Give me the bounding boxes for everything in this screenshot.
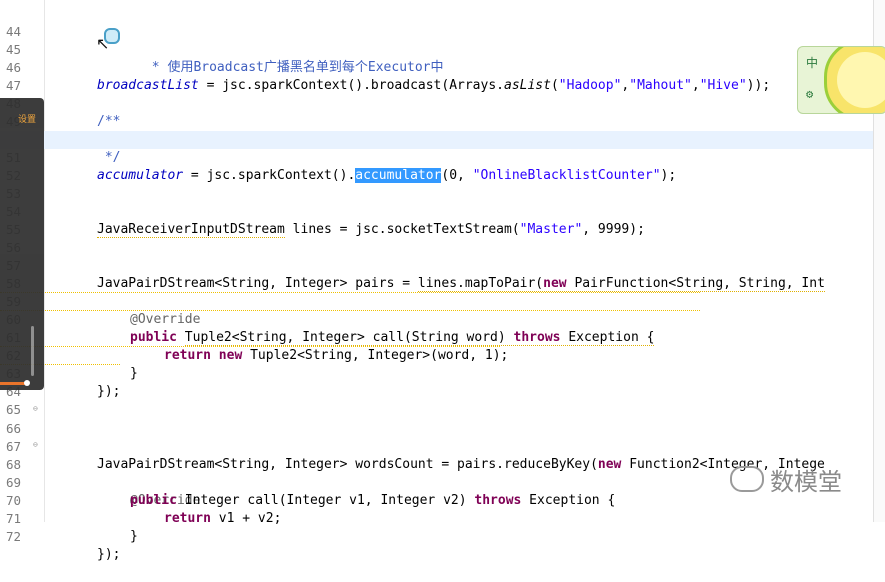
code-line[interactable]: 47 <box>0 59 885 93</box>
code-line[interactable]: 66 ⊖ JavaPairDStream<String, Integer> wo… <box>0 400 885 472</box>
warning-underline <box>0 292 700 293</box>
watermark-text: 数模堂 <box>770 468 842 496</box>
input-method-widget[interactable]: 中 ⚙ <box>797 46 885 114</box>
code-text: }); <box>97 547 121 562</box>
warning-underline <box>0 310 700 311</box>
code-line[interactable]: 61 return new Tuple2<String, Integer>(wo… <box>0 311 885 363</box>
lemon-icon <box>824 47 885 113</box>
fold-marker-icon[interactable]: ⊖ <box>33 400 38 418</box>
warning-underline <box>0 346 500 347</box>
code-line[interactable]: 59 @Override <box>0 275 885 327</box>
code-line[interactable]: 50 */ <box>0 113 885 165</box>
fold-marker-icon[interactable]: ⊖ <box>33 436 38 454</box>
code-line[interactable]: 72 }); <box>0 510 885 562</box>
code-line[interactable]: 68 ⊖ @Override <box>0 436 885 508</box>
watermark: 数模堂 <box>730 462 880 496</box>
progress-handle[interactable] <box>24 380 30 386</box>
code-line[interactable]: 60 public Tuple2<String, Integer> call(S… <box>0 293 885 346</box>
code-line[interactable]: 56 <box>0 221 885 255</box>
settings-label[interactable]: 设置 <box>18 112 36 125</box>
volume-slider-thumb[interactable] <box>31 326 34 376</box>
code-line[interactable]: 58 <box>0 257 885 291</box>
code-line[interactable]: 57 JavaPairDStream<String, Integer> pair… <box>0 239 885 292</box>
code-line[interactable]: 44 * 使用Broadcast广播黑名单到每个Executor中 <box>0 5 885 75</box>
code-line[interactable]: 45 <box>0 23 885 57</box>
code-editor[interactable]: 44 * 使用Broadcast广播黑名单到每个Executor中 45 46 … <box>0 0 885 562</box>
wechat-icon <box>730 466 764 492</box>
code-line[interactable]: 53 <box>0 167 885 201</box>
code-line[interactable]: 62 } <box>0 329 885 381</box>
code-line[interactable]: 67 <box>0 420 885 454</box>
input-mode-label[interactable]: 中 <box>806 55 818 71</box>
code-line[interactable]: 64 <box>0 365 885 399</box>
code-line[interactable]: 63 }); <box>0 347 885 399</box>
code-line-current[interactable]: 51 accumulator = jsc.sparkContext().accu… <box>0 131 885 183</box>
code-line[interactable]: 46 broadcastList = jsc.sparkContext().br… <box>0 41 885 93</box>
line-number: 72 <box>6 529 22 544</box>
code-line[interactable]: 55 <box>0 203 885 237</box>
code-line[interactable]: 48 /** <box>0 77 885 129</box>
code-line[interactable]: 52 <box>0 149 885 183</box>
mouse-cursor-icon: ↖ <box>96 34 110 53</box>
gear-icon[interactable]: ⚙ <box>806 87 813 101</box>
settings-panel[interactable]: 设置 <box>0 98 44 390</box>
code-line[interactable]: 49 * 全局计数器，用于通知在线过滤了多少各黑名单 <box>0 95 885 147</box>
code-text: } <box>130 529 138 544</box>
code-line[interactable]: 54 JavaReceiverInputDStream lines = jsc.… <box>0 185 885 238</box>
code-line[interactable]: 65 <box>0 383 885 417</box>
